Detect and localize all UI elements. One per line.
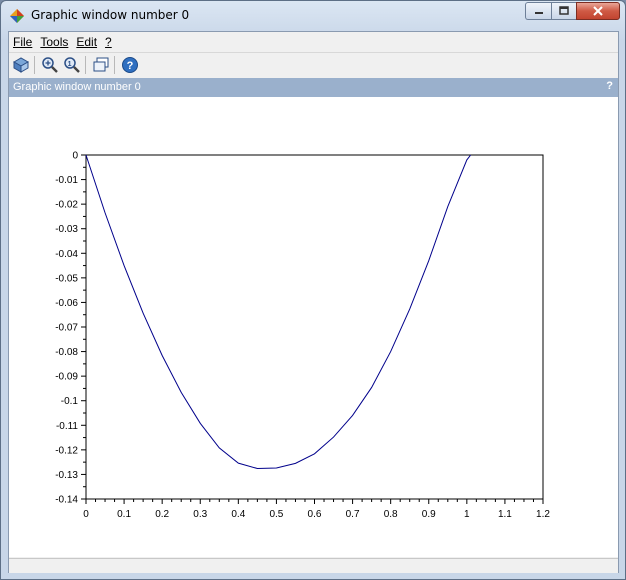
menu-edit[interactable]: Edit <box>72 35 101 49</box>
x-tick-label: 0.2 <box>155 509 169 520</box>
x-tick-label: 1.1 <box>498 509 512 520</box>
zoom-icon <box>42 57 58 73</box>
y-tick-label: -0.07 <box>55 323 78 334</box>
x-tick-label: 0.8 <box>384 509 398 520</box>
rotate-button[interactable] <box>11 55 31 75</box>
x-tick-label: 0.4 <box>231 509 245 520</box>
close-button[interactable] <box>576 2 620 20</box>
toolbar-separator <box>34 56 35 74</box>
title-bar[interactable]: Graphic window number 0 <box>1 1 625 31</box>
plot-frame <box>85 154 544 500</box>
series-line <box>85 154 472 470</box>
zoom-reset-icon: 1 <box>64 57 80 73</box>
x-tick-label: 0.5 <box>269 509 283 520</box>
x-tick-label: 0.3 <box>193 509 207 520</box>
panel-title: Graphic window number 0 <box>13 81 141 93</box>
y-tick-label: -0.04 <box>55 249 78 260</box>
svg-text:1: 1 <box>68 61 72 68</box>
x-tick-label: 0 <box>83 509 89 520</box>
zoom-button[interactable] <box>40 55 60 75</box>
scilab-app-icon <box>10 9 24 23</box>
toolbar-separator <box>85 56 86 74</box>
graphic-window: Graphic window number 0 File Tools Edit … <box>0 0 626 580</box>
x-tick-label: 0.9 <box>422 509 436 520</box>
minimize-icon <box>534 12 543 14</box>
menu-file[interactable]: File <box>9 35 36 49</box>
y-tick-label: -0.14 <box>55 495 78 506</box>
y-tick-label: -0.12 <box>55 445 78 456</box>
y-tick-label: -0.05 <box>55 273 78 284</box>
new-window-button[interactable] <box>91 55 111 75</box>
maximize-icon <box>559 6 569 15</box>
y-tick-label: -0.11 <box>56 421 78 432</box>
y-tick-label: -0.06 <box>55 298 78 309</box>
y-tick-label: -0.1 <box>61 396 79 407</box>
status-bar <box>9 558 618 573</box>
help-icon: ? <box>122 57 138 73</box>
zoom-reset-button[interactable]: 1 <box>62 55 82 75</box>
y-tick-label: -0.13 <box>55 470 78 481</box>
svg-text:?: ? <box>127 60 134 72</box>
window-controls <box>525 2 620 22</box>
toolbar-separator <box>114 56 115 74</box>
y-tick-label: -0.09 <box>55 372 78 383</box>
y-tick-label: 0 <box>72 151 78 162</box>
minimize-button[interactable] <box>525 2 551 20</box>
y-tick-label: -0.01 <box>55 175 78 186</box>
rotate-icon <box>12 57 30 73</box>
x-tick-label: 0.1 <box>117 509 131 520</box>
menu-bar: File Tools Edit ? <box>9 32 618 53</box>
plot-area[interactable]: 0 0.1 0.2 0.3 0.4 0.5 0.6 0.7 0.8 0.9 1 1.1 1.2 0 -0.0… <box>9 97 618 557</box>
x-tick-label: 0.6 <box>308 509 322 520</box>
y-tick-label: -0.08 <box>55 347 78 358</box>
x-tick-label: 0.7 <box>346 509 360 520</box>
panel-header: Graphic window number 0 ? <box>9 78 618 97</box>
new-window-icon <box>93 57 109 72</box>
panel-help-button[interactable]: ? <box>606 80 613 92</box>
toolbar: 1 ? <box>9 53 618 77</box>
help-button[interactable]: ? <box>120 55 140 75</box>
window-client-area: File Tools Edit ? 1 ? Graphic window num… <box>8 31 619 573</box>
close-icon <box>593 6 603 16</box>
y-tick-label: -0.02 <box>55 200 78 211</box>
menu-tools[interactable]: Tools <box>36 35 72 49</box>
maximize-button[interactable] <box>551 2 576 20</box>
x-tick-label: 1.2 <box>536 509 550 520</box>
y-tick-label: -0.03 <box>55 224 78 235</box>
window-title: Graphic window number 0 <box>31 8 190 22</box>
menu-help[interactable]: ? <box>101 35 116 49</box>
x-tick-label: 1 <box>464 509 470 520</box>
line-chart: 0 0.1 0.2 0.3 0.4 0.5 0.6 0.7 0.8 0.9 1 1.1 1.2 0 -0.0… <box>55 151 550 521</box>
